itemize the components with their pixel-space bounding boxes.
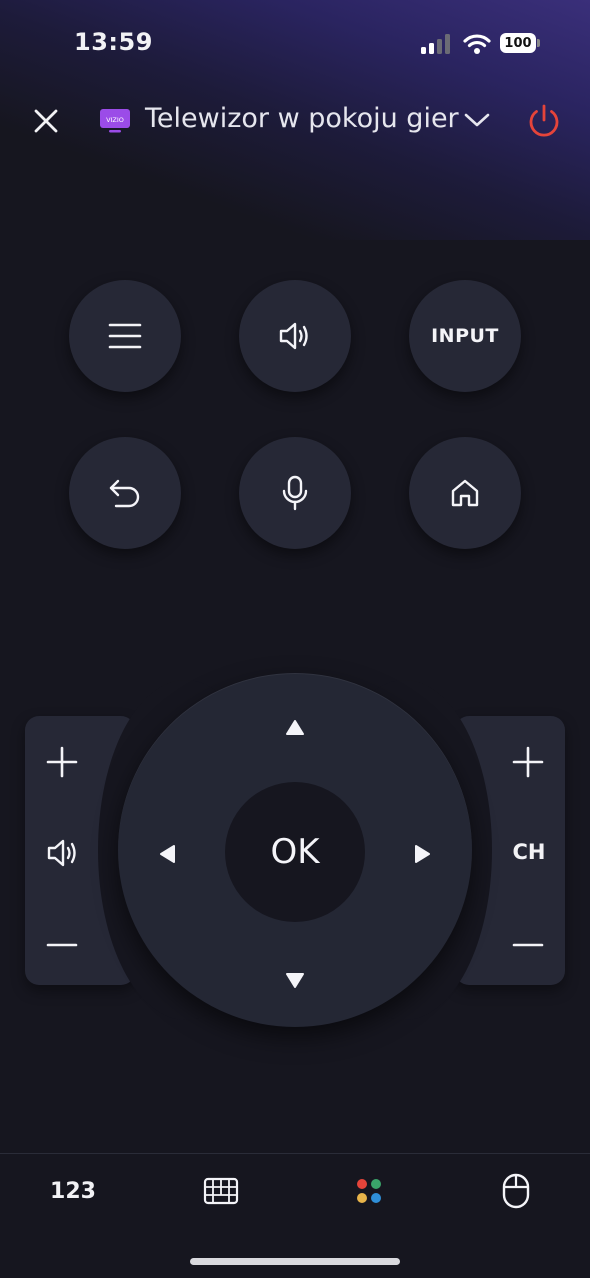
battery-indicator: 100: [500, 33, 536, 53]
speaker-icon: [279, 322, 308, 350]
battery-tip: [537, 39, 540, 47]
home-button[interactable]: [409, 437, 521, 549]
keyboard-icon: [203, 1177, 239, 1205]
back-icon: [109, 479, 140, 508]
menu-button[interactable]: [69, 280, 181, 392]
wifi-icon: [463, 34, 491, 54]
volume-up-button[interactable]: [46, 746, 78, 778]
tv-icon: VIZIO: [100, 109, 130, 133]
dpad-right-arrow-icon[interactable]: [412, 843, 432, 865]
dpad-left-arrow-icon[interactable]: [158, 843, 178, 865]
dpad-up-arrow-icon[interactable]: [284, 718, 306, 738]
svg-text:VIZIO: VIZIO: [106, 116, 124, 124]
ok-button[interactable]: OK: [225, 782, 365, 922]
color-dots-icon: [357, 1179, 381, 1203]
input-button[interactable]: INPUT: [409, 280, 521, 392]
tab-mouse[interactable]: [486, 1168, 546, 1214]
tab-numbers[interactable]: 123: [43, 1168, 103, 1214]
device-name[interactable]: Telewizor w pokoju gier: [145, 103, 459, 134]
ok-button-label: OK: [270, 832, 320, 872]
close-icon[interactable]: [33, 108, 59, 134]
tab-color-buttons[interactable]: [339, 1168, 399, 1214]
channel-up-button[interactable]: [512, 746, 544, 778]
voice-button[interactable]: [239, 437, 351, 549]
channel-down-button[interactable]: [512, 930, 544, 960]
sound-button[interactable]: [239, 280, 351, 392]
tab-keyboard[interactable]: [191, 1168, 251, 1214]
mouse-icon: [502, 1173, 530, 1209]
microphone-icon: [282, 475, 308, 511]
home-indicator[interactable]: [190, 1258, 400, 1265]
back-button[interactable]: [69, 437, 181, 549]
tab-numbers-label: 123: [50, 1178, 96, 1204]
status-time: 13:59: [74, 28, 153, 56]
channel-label: CH: [512, 840, 546, 864]
cellular-signal-icon: [421, 34, 450, 54]
input-button-label: INPUT: [431, 325, 499, 347]
power-icon[interactable]: [526, 103, 562, 139]
speaker-icon: [47, 839, 76, 867]
chevron-down-icon[interactable]: [463, 110, 491, 130]
menu-icon: [108, 323, 142, 349]
dpad-down-arrow-icon[interactable]: [284, 970, 306, 990]
volume-down-button[interactable]: [46, 930, 78, 960]
home-icon: [451, 479, 479, 507]
bottom-divider: [0, 1153, 590, 1154]
